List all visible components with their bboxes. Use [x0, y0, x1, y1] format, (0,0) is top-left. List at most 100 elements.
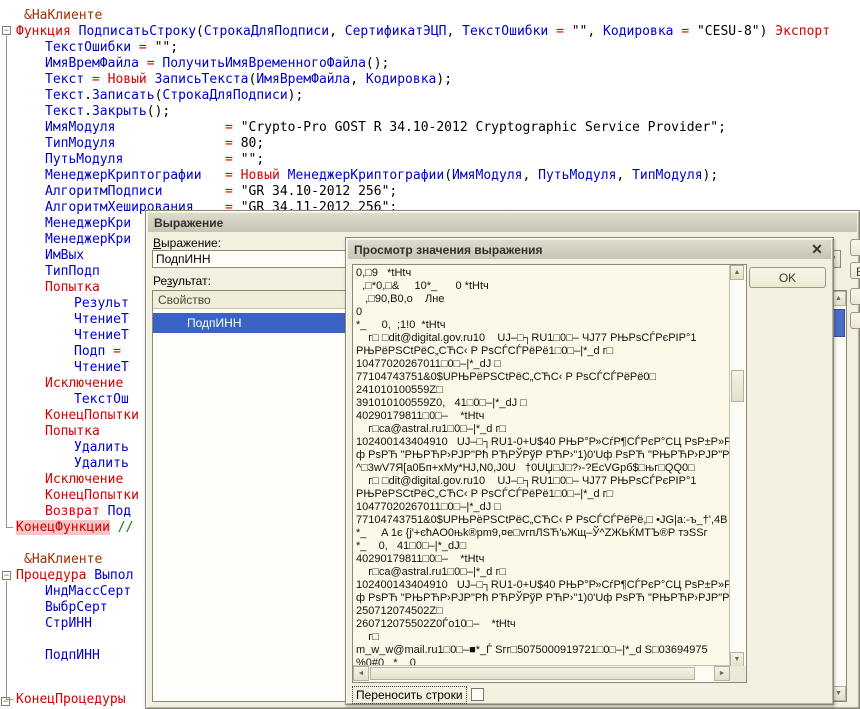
value-line: 10477020267011□0□–|*_dЈ □ [356, 501, 733, 514]
code-line[interactable]: ЧтениеТ [74, 328, 129, 343]
fold-marker-function-icon[interactable]: − [2, 26, 11, 35]
value-line: 40290179811□0□– *tHtч [356, 553, 733, 566]
value-line: г□ □dit@digital.gov.ru10 UЈ–□┐RU1□0□– ЧЈ… [356, 475, 733, 488]
value-text-area[interactable]: 0,□9 *tHtч ,□*0,□& 10*_ 0 *tHtч ,□90,B0,… [352, 264, 747, 683]
code-line[interactable]: ТекстОш [74, 392, 129, 407]
code-line[interactable]: Возврат Под [45, 504, 131, 519]
value-line: 10477020267011□0□–|*_dЈ □ [356, 358, 733, 371]
code-line[interactable]: Текст.Закрыть(); [45, 104, 170, 119]
value-line: *_ 0, 41□0□–|*_dЈ□ [356, 540, 733, 553]
code-line[interactable]: ЧтениеТ [74, 360, 129, 375]
code-line[interactable]: МенеджерКриптографии = Новый МенеджерКри… [45, 168, 718, 183]
value-line: ф РѕРЋ "РЊРЋР›PJP"Рћ РЋРЎРўР РЋР›"1)0'Uф… [356, 449, 733, 462]
scroll-right-icon[interactable]: ► [714, 666, 730, 681]
code-line[interactable]: ИмяМодуля = "Crypto-Pro GOST R 34.10-201… [45, 120, 726, 135]
viewer-dialog-titlebar[interactable]: Просмотр значения выражения ✕ [348, 240, 831, 259]
code-line[interactable]: &НаКлиенте [24, 552, 102, 567]
code-line[interactable]: Функция ПодписатьСтроку(СтрокаДляПодписи… [16, 24, 830, 39]
value-line: ^□3wV7Я[a0Бп+xMy*HJ,N0,J0U †0UЏ□Ј□?›-?Ec… [356, 462, 733, 475]
code-line[interactable]: МенеджерКри [45, 216, 131, 231]
expression-dialog-title: Выражение [154, 216, 223, 230]
code-line[interactable]: КонецПроцедуры [16, 692, 126, 707]
code-line[interactable]: Подп = [74, 344, 129, 359]
value-hscroll-thumb[interactable] [370, 667, 695, 680]
code-line[interactable]: КонецПопытки [45, 408, 139, 423]
scroll-left-icon[interactable]: ◄ [353, 666, 369, 681]
code-line[interactable]: Процедура Выпол [16, 568, 133, 583]
code-line[interactable]: МенеджерКри [45, 232, 131, 247]
value-line: 241010100559Z□ [356, 384, 733, 397]
value-line: 391010100559Z0, 41□0□–|*_dЈ □ [356, 397, 733, 410]
value-line: ,□90,B0,o Лне [356, 293, 733, 306]
scroll-down-icon[interactable]: ▼ [730, 652, 744, 667]
code-line[interactable]: Текст = Новый ЗаписьТекста(ИмяВремФайла,… [45, 72, 452, 87]
value-line: 0 [356, 306, 733, 319]
fold-bracket-function [6, 36, 13, 528]
viewer-dialog-title: Просмотр значения выражения [354, 243, 543, 257]
value-line: г□ [356, 631, 733, 644]
scrollbar-corner [730, 666, 746, 682]
value-line: 102400143404910 UЈ–□┐RU1-0+U$40 РЊР°Р»Сѓ… [356, 436, 733, 449]
code-line[interactable]: Попытка [45, 280, 100, 295]
code-line[interactable]: Удалить [74, 456, 129, 471]
close-icon[interactable]: ✕ [809, 241, 825, 258]
value-line: РЊРёPSCtPёС„СЋС‹ Р PsСЃСЃРёРё1□0□–|*_d г… [356, 345, 733, 358]
value-horizontal-scrollbar[interactable]: ◄ ► [353, 665, 730, 682]
value-line: ф РѕРЋ "РЊРЋР›PJP"Рћ РЋРЎРўР РЋР›"1)0'Uф… [356, 592, 733, 605]
value-viewer-dialog: Просмотр значения выражения ✕ 0,□9 *tHtч… [345, 237, 834, 705]
code-line[interactable]: КонецФункции // [16, 520, 133, 535]
value-line: 260712075502Z0Ѓо10□– *tHtч [356, 618, 733, 631]
code-line[interactable]: &НаКлиенте [24, 8, 102, 23]
ok-button[interactable]: OK [749, 267, 826, 288]
value-text: 0,□9 *tHtч ,□*0,□& 10*_ 0 *tHtч ,□90,B0,… [353, 265, 733, 668]
code-line[interactable]: СтрИНН [45, 616, 92, 631]
code-line[interactable]: Исключение [45, 376, 123, 391]
code-line[interactable]: Текст.Записать(СтрокаДляПодписи); [45, 88, 303, 103]
value-line: 77104743751&0$UPЊРёPSCtPёС„СЋС‹ Р PsСЃСЃ… [356, 371, 733, 384]
code-line[interactable]: Результ [74, 296, 129, 311]
value-line: РЊРёPSCtPёС„СЋС‹ Р PsСЃСЃРёРё1□0□–|*_d г… [356, 488, 733, 501]
code-line[interactable]: Удалить [74, 440, 129, 455]
expression-input-value: ПодпИНН [156, 252, 211, 266]
value-line: 77104743751&0$UPЊРёPSCtPёС„СЋС‹ Р PsСЃСЃ… [356, 514, 733, 527]
value-line: 250712074502Z□ [356, 605, 733, 618]
expression-dialog-titlebar[interactable]: Выражение [148, 213, 857, 232]
value-vertical-scrollbar[interactable]: ▲ ▼ [729, 265, 746, 667]
value-line: г□са@astral.ru1□0□–|*_d г□ [356, 566, 733, 579]
fold-marker-procedure-icon[interactable]: − [2, 571, 11, 580]
code-line[interactable]: АлгоритмПодписи = "GR 34.10-2012 256"; [45, 184, 397, 199]
code-line[interactable]: ЧтениеТ [74, 312, 129, 327]
value-vscroll-thumb[interactable] [731, 370, 744, 402]
code-line[interactable]: ИмВых [45, 248, 84, 263]
side-button-3[interactable] [850, 288, 860, 305]
code-line[interactable]: ВыбрСерт [45, 600, 108, 615]
value-line: ,□*0,□& 10*_ 0 *tHtч [356, 280, 733, 293]
side-button-2[interactable]: В [850, 262, 860, 279]
code-line[interactable]: Исключение [45, 472, 123, 487]
code-line[interactable]: ПутьМодуля = ""; [45, 152, 264, 167]
fold-bracket-procedure [6, 581, 13, 700]
side-button-4[interactable] [850, 312, 860, 329]
value-line: *_ 0, ;1!0 *tHtч [356, 319, 733, 332]
code-line[interactable]: ИндМассСерт [45, 584, 131, 599]
code-line[interactable]: ТипПодп [45, 264, 100, 279]
result-label: Результат: [153, 274, 211, 288]
code-line[interactable]: КонецПопытки [45, 488, 139, 503]
value-line: *_ A 1є {j'+єћAO0њk®pm9,¤е□vгпЛSЋ'ьЖщ–Ў^… [356, 527, 733, 540]
wrap-lines-checkbox[interactable] [471, 688, 484, 701]
code-line[interactable]: ТекстОшибки = ""; [45, 40, 178, 55]
value-line: 0,□9 *tHtч [356, 267, 733, 280]
code-line[interactable]: ТипМодуля = 80; [45, 136, 264, 151]
value-line: г□са@astral.ru1□0□–|*_d г□ [356, 423, 733, 436]
side-button-1[interactable] [850, 239, 860, 256]
value-line: 102400143404910 UЈ–□┐RU1-0+U$40 РЊР°Р»Сѓ… [356, 579, 733, 592]
value-line: m_w_w@mail.ru1□0□–■*_Ѓ Ѕгг□5075000919721… [356, 644, 733, 657]
code-line[interactable]: Попытка [45, 424, 100, 439]
screen: − − − &НаКлиентеФункция ПодписатьСтроку(… [0, 0, 860, 709]
wrap-lines-label[interactable]: Переносить строки [352, 686, 467, 704]
expression-label: Выражение: [153, 236, 221, 250]
code-line[interactable]: ИмяВремФайла = ПолучитьИмяВременногоФайл… [45, 56, 389, 71]
value-line: г□ □dit@digital.gov.ru10 UЈ–□┐RU1□0□– ЧЈ… [356, 332, 733, 345]
code-line[interactable]: ПодпИНН [45, 648, 100, 663]
scroll-up-icon[interactable]: ▲ [730, 265, 744, 280]
